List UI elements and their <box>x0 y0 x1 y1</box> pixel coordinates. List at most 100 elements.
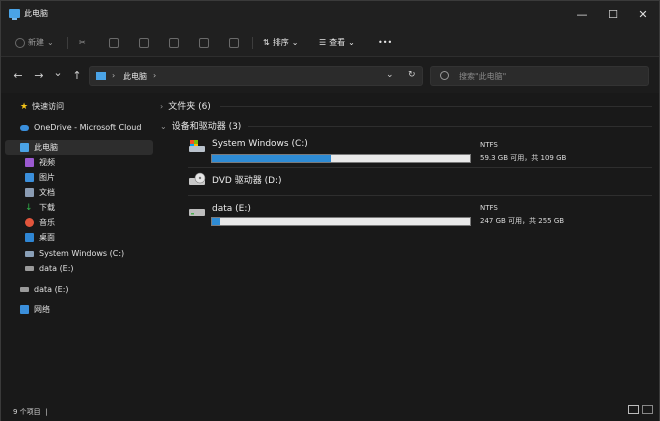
sidebar-item-downloads[interactable]: ↓ 下载 <box>25 200 55 215</box>
content-pane: › 文件夹 (6) ⌄ 设备和驱动器 (3) System Windows (C:)… <box>158 93 659 403</box>
drive-space-text: 59.3 GB 可用，共 109 GB <box>480 154 567 162</box>
divider <box>220 106 652 107</box>
chevron-down-icon: ⌄ <box>348 38 355 47</box>
sidebar-item-label: 视频 <box>39 158 55 167</box>
sidebar-item-videos[interactable]: 视频 <box>25 155 55 170</box>
breadcrumb-separator[interactable]: › <box>112 71 115 80</box>
view-icon: ☰ <box>319 38 327 47</box>
sidebar-item-data-e-drive[interactable]: data (E:) <box>20 282 69 297</box>
video-icon <box>25 158 34 167</box>
search-icon <box>440 71 449 80</box>
command-bar: 新建 ⌄ ✂ ⇅ 排序 ⌄ ☰ 查看 ⌄ ••• <box>1 29 659 57</box>
rename-button[interactable] <box>169 35 179 50</box>
drive-icon <box>20 287 29 292</box>
drive-name: System Windows (C:) <box>212 139 308 149</box>
recent-locations-button[interactable]: ⌄ <box>51 66 65 79</box>
cut-icon: ✂ <box>79 38 86 47</box>
address-dropdown-button[interactable]: ⌄ <box>386 70 394 80</box>
plus-icon <box>15 37 25 48</box>
view-label: 查看 <box>329 38 346 47</box>
folders-group-header[interactable]: › 文件夹 (6) <box>160 99 211 112</box>
sidebar-item-music[interactable]: 音乐 <box>25 215 55 230</box>
share-button[interactable] <box>199 35 209 50</box>
system-drive-icon <box>189 140 205 152</box>
sidebar-item-label: 网络 <box>34 305 50 314</box>
chevron-down-icon: ⌄ <box>160 122 167 131</box>
sidebar-item-data-e[interactable]: data (E:) <box>25 261 74 276</box>
refresh-button[interactable]: ↻ <box>408 70 416 80</box>
back-button[interactable]: ← <box>11 69 25 82</box>
address-bar[interactable]: › 此电脑 › ⌄ ↻ <box>89 66 423 86</box>
divider <box>188 195 652 196</box>
window-title: 此电脑 <box>24 9 48 18</box>
view-button[interactable]: ☰ 查看 ⌄ <box>319 35 355 50</box>
tiles-view-button[interactable] <box>642 405 653 414</box>
more-icon: ••• <box>378 38 393 47</box>
divider <box>248 126 652 127</box>
network-icon <box>20 305 29 314</box>
sidebar-item-label: System Windows (C:) <box>39 249 125 258</box>
pictures-icon <box>25 173 34 182</box>
item-count-text: 9 个项目 <box>13 408 41 416</box>
sidebar-item-pictures[interactable]: 图片 <box>25 170 55 185</box>
sidebar-item-label: 快速访问 <box>32 102 65 111</box>
new-button[interactable]: 新建 ⌄ <box>15 35 54 50</box>
sidebar-item-network[interactable]: 网络 <box>20 302 50 317</box>
forward-button[interactable]: → <box>32 69 46 82</box>
sidebar-item-label: OneDrive - Microsoft Cloud <box>34 123 142 132</box>
breadcrumb-separator[interactable]: › <box>153 71 156 80</box>
sidebar-item-documents[interactable]: 文档 <box>25 185 55 200</box>
sidebar-item-this-pc[interactable]: 此电脑 <box>5 140 153 155</box>
drives-group-header[interactable]: ⌄ 设备和驱动器 (3) <box>160 119 241 132</box>
more-button[interactable]: ••• <box>378 35 392 50</box>
copy-icon <box>109 37 119 48</box>
navigation-pane: ★ 快速访问 OneDrive - Microsoft Cloud 此电脑 视频… <box>1 93 156 403</box>
toolbar-divider <box>252 37 253 49</box>
filesystem-label: NTFS <box>480 204 498 212</box>
paste-button[interactable] <box>139 35 149 50</box>
drive-name: data (E:) <box>212 204 251 214</box>
chevron-down-icon: ⌄ <box>47 38 54 47</box>
sidebar-item-label: 下载 <box>39 203 55 212</box>
details-view-button[interactable] <box>628 405 639 414</box>
group-label: 设备和驱动器 (3) <box>171 122 242 132</box>
chevron-down-icon: ⌄ <box>291 38 299 47</box>
computer-icon <box>96 72 106 80</box>
music-icon <box>25 218 34 227</box>
minimize-button[interactable]: — <box>567 1 597 29</box>
sort-button[interactable]: ⇅ 排序 ⌄ <box>263 35 298 50</box>
sort-icon: ⇅ <box>263 38 270 47</box>
search-placeholder: 搜索"此电脑" <box>459 72 507 81</box>
group-label: 文件夹 (6) <box>168 102 211 112</box>
close-button[interactable]: ✕ <box>628 1 658 29</box>
sidebar-item-quick-access[interactable]: ★ 快速访问 <box>20 99 64 114</box>
sidebar-item-system-windows-c[interactable]: System Windows (C:) <box>25 246 124 261</box>
drive-usage-fill <box>212 218 220 225</box>
breadcrumb-this-pc[interactable]: 此电脑 <box>123 71 147 82</box>
sidebar-item-desktop[interactable]: 桌面 <box>25 230 55 245</box>
status-bar: 9 个项目 | <box>1 403 659 421</box>
rename-icon <box>169 37 179 48</box>
sidebar-item-label: 音乐 <box>39 218 55 227</box>
divider <box>188 167 652 168</box>
filesystem-label: NTFS <box>480 141 498 149</box>
sidebar-item-onedrive[interactable]: OneDrive - Microsoft Cloud <box>20 120 141 135</box>
delete-button[interactable] <box>229 35 239 50</box>
cloud-icon <box>20 124 29 131</box>
item-count: 9 个项目 | <box>13 407 48 417</box>
maximize-button[interactable]: ☐ <box>598 1 628 29</box>
desktop-icon <box>25 233 34 242</box>
chevron-right-icon: › <box>160 102 164 111</box>
paste-icon <box>139 37 149 48</box>
drive-name: DVD 驱动器 (D:) <box>212 176 282 186</box>
title-bar: 此电脑 — ☐ ✕ <box>1 1 659 29</box>
drive-usage-bar <box>211 154 471 163</box>
system-drive-icon <box>25 250 34 257</box>
copy-button[interactable] <box>109 35 119 50</box>
cut-button[interactable]: ✂ <box>79 35 86 50</box>
toolbar-divider <box>67 37 68 49</box>
share-icon <box>199 37 209 48</box>
search-box[interactable]: 搜索"此电脑" <box>430 66 649 86</box>
up-button[interactable]: ↑ <box>70 69 84 82</box>
drive-icon <box>25 266 34 271</box>
